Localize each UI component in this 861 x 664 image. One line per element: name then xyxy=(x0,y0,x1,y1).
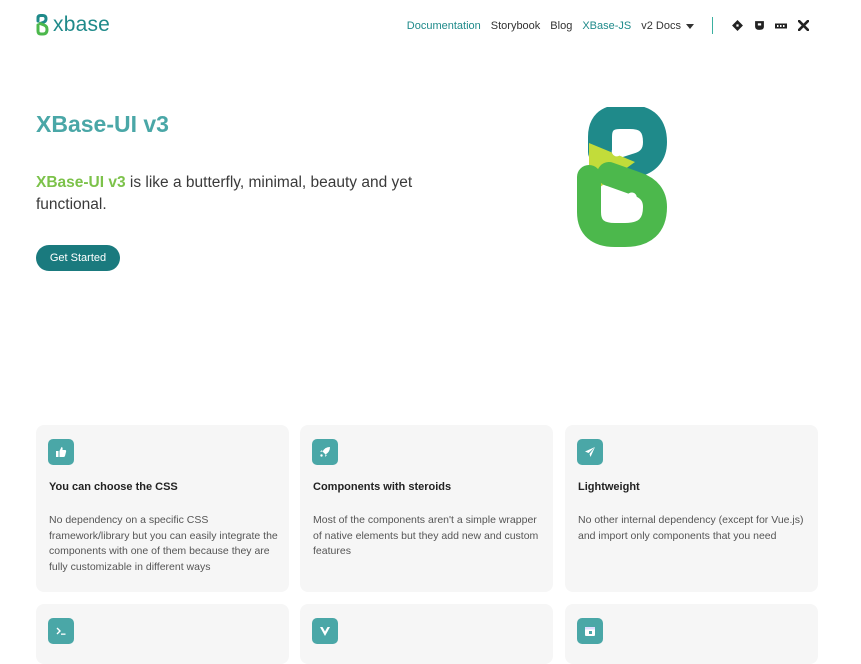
feature-title: Lightweight xyxy=(578,481,640,493)
feature-card-css: You can choose the CSS No dependency on … xyxy=(36,425,289,592)
nav-dropdown-label: v2 Docs xyxy=(641,19,681,32)
vue-icon xyxy=(312,618,338,644)
npm-icon[interactable] xyxy=(775,20,787,32)
feature-card-lightweight: Lightweight No other internal dependency… xyxy=(565,425,818,592)
feature-description: Most of the components aren't a simple w… xyxy=(313,514,539,557)
gitlab-icon[interactable] xyxy=(753,20,765,32)
hero-title: XBase-UI v3 xyxy=(36,111,169,137)
paper-plane-icon xyxy=(577,439,603,465)
thumbs-up-icon xyxy=(48,439,74,465)
terminal-icon xyxy=(48,618,74,644)
feature-title: You can choose the CSS xyxy=(49,481,178,493)
feature-card-calendar xyxy=(565,604,818,664)
github-icon[interactable] xyxy=(731,20,743,32)
feature-card-terminal xyxy=(36,604,289,664)
hero-description: XBase-UI v3 is like a butterfly, minimal… xyxy=(36,172,436,216)
rocket-icon xyxy=(312,439,338,465)
discord-icon[interactable] xyxy=(797,20,809,32)
get-started-button[interactable]: Get Started xyxy=(36,245,120,271)
xbase-logo-icon xyxy=(36,14,49,36)
xbase-hero-logo xyxy=(577,107,667,247)
nav-link-blog[interactable]: Blog xyxy=(550,20,572,32)
nav-dropdown-v2-docs[interactable]: v2 Docs xyxy=(641,20,694,32)
feature-description: No dependency on a specific CSS framewor… xyxy=(49,514,278,573)
hero-highlight: XBase-UI v3 xyxy=(36,174,126,191)
brand-logo[interactable]: xbase xyxy=(35,13,110,37)
nav-link-documentation[interactable]: Documentation xyxy=(407,20,481,32)
chevron-down-icon xyxy=(686,23,694,29)
nav-divider xyxy=(712,17,713,34)
nav-link-storybook[interactable]: Storybook xyxy=(491,20,541,32)
top-navbar: xbase Documentation Storybook Blog XBase… xyxy=(0,0,861,52)
calendar-icon xyxy=(577,618,603,644)
feature-card-vue xyxy=(300,604,553,664)
nav-link-xbase-js[interactable]: XBase-JS xyxy=(582,20,631,32)
feature-description: No other internal dependency (except for… xyxy=(578,514,804,542)
brand-name: xbase xyxy=(53,13,111,36)
feature-card-components: Components with steroids Most of the com… xyxy=(300,425,553,592)
feature-title: Components with steroids xyxy=(313,481,452,493)
